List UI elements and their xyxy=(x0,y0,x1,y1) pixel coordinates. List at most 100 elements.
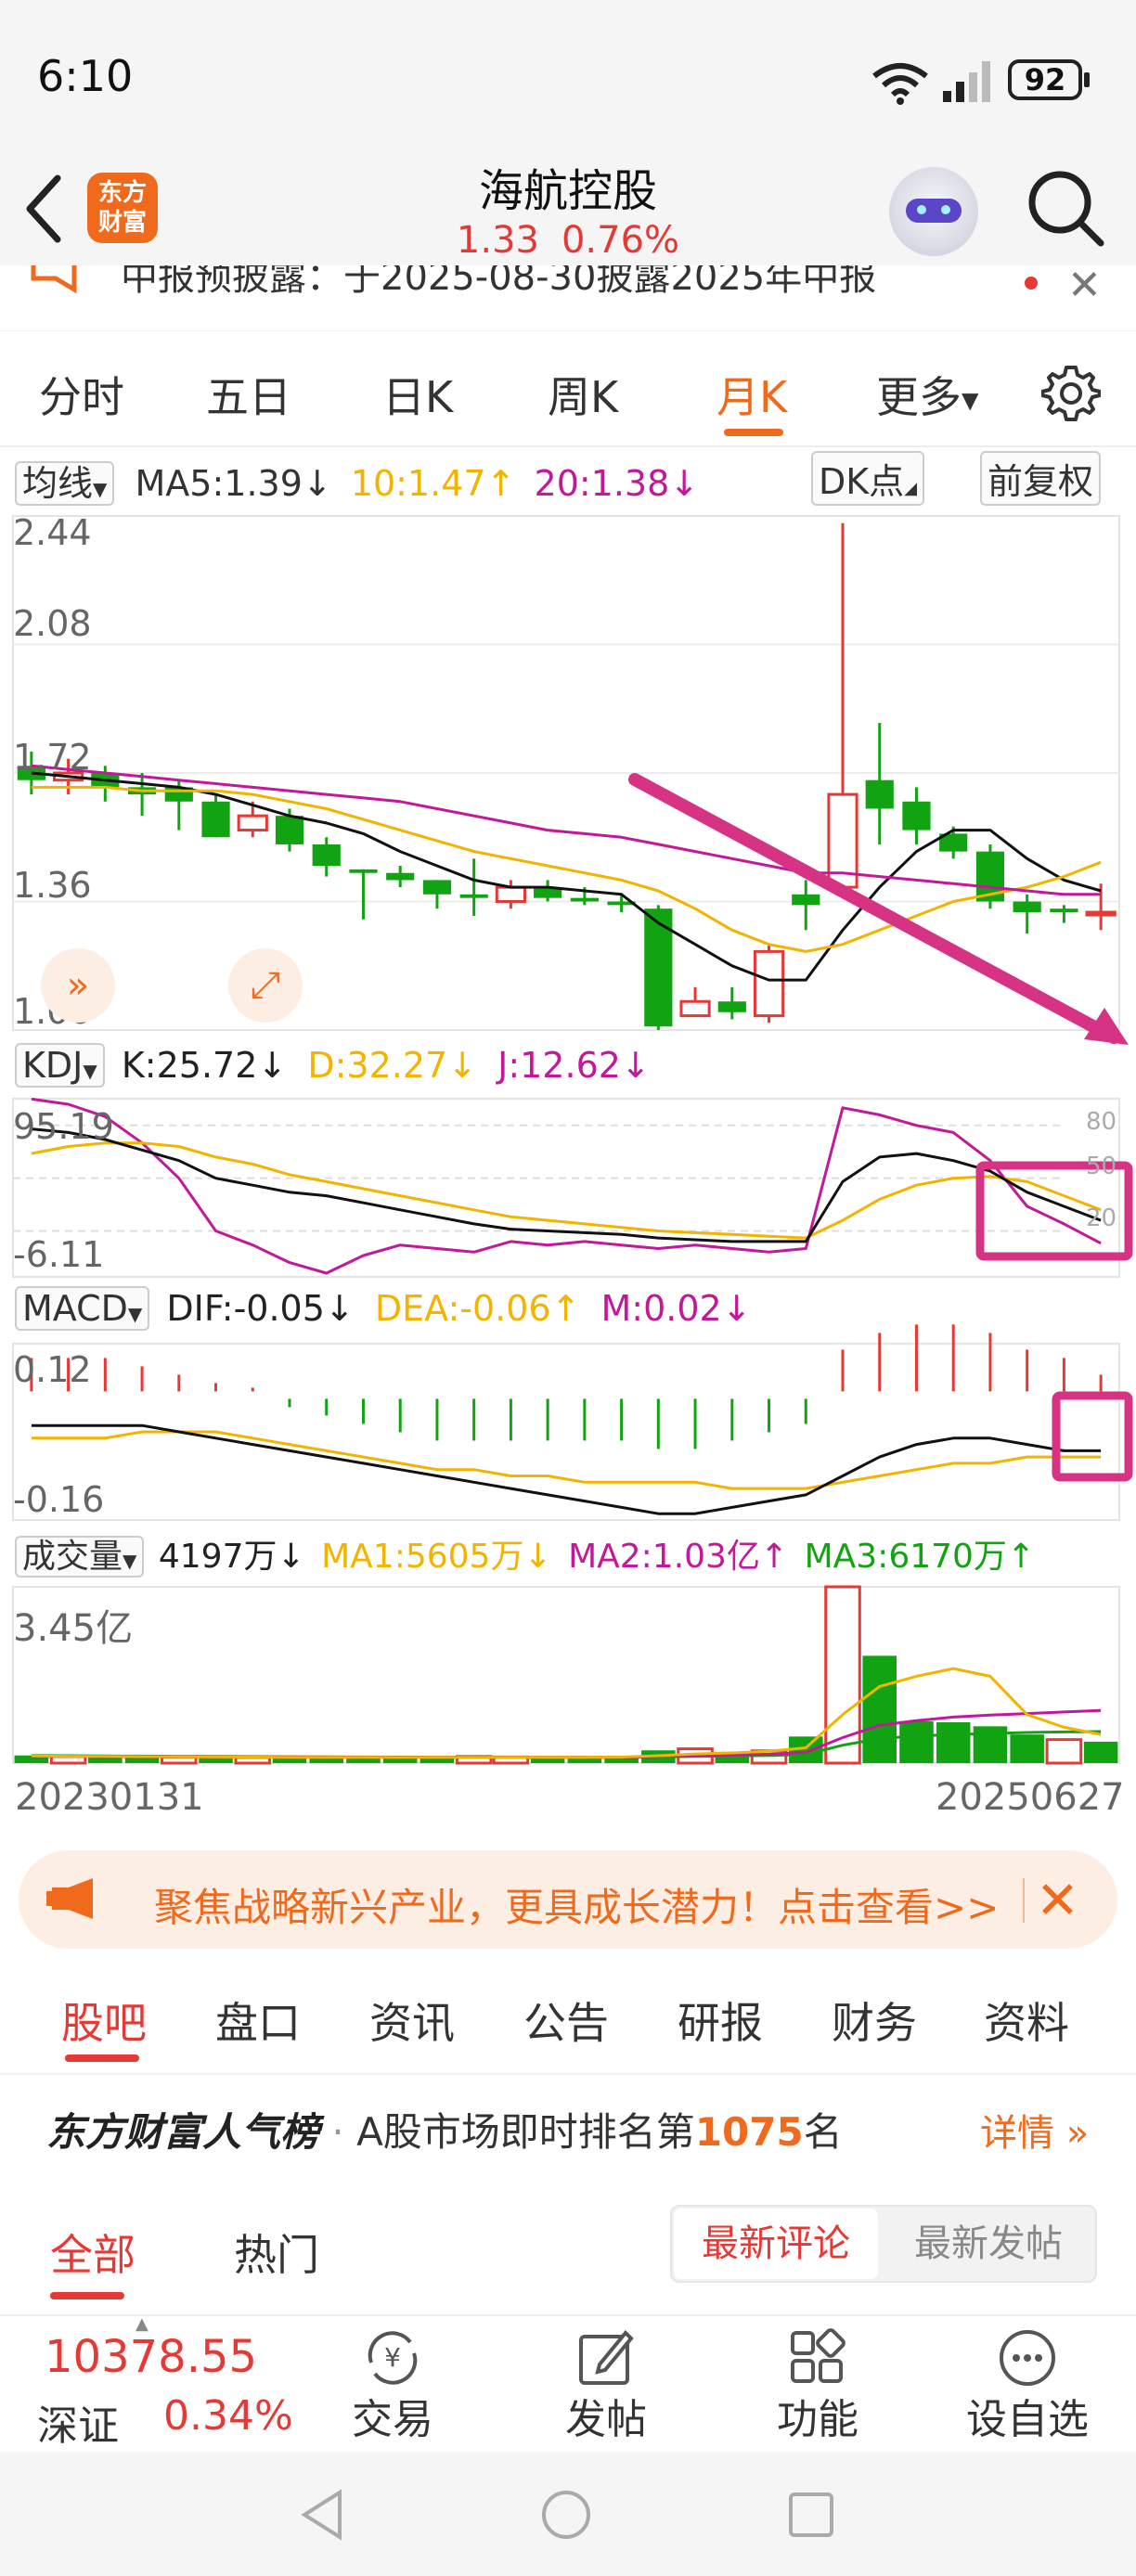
popularity-rank-number: 1075 xyxy=(694,2109,804,2155)
down-arrow-icon: ↓ xyxy=(523,1538,552,1576)
index-value[interactable]: 10378.55 xyxy=(45,2331,257,2383)
system-nav-bar xyxy=(0,2452,1136,2576)
robot-visor xyxy=(906,199,962,223)
tab-five-day[interactable]: 五日 xyxy=(206,364,291,425)
kdj-j-value: J:12.62 xyxy=(497,1045,621,1086)
stock-change-pct: 0.76% xyxy=(561,219,680,262)
yuan-exchange-icon: ¥ xyxy=(368,2331,418,2385)
macd-axis-min: -0.16 xyxy=(13,1479,105,1520)
popularity-rank[interactable]: 东方财富人气榜 · A股市场即时排名第1075名 xyxy=(46,2101,843,2157)
nav-recents-icon[interactable] xyxy=(787,2491,835,2539)
dropdown-arrow-icon: ▼ xyxy=(123,1550,137,1572)
sort-latest-post[interactable]: 最新发帖 xyxy=(891,2209,1086,2279)
active-tab-underline xyxy=(65,2054,139,2062)
svg-text:¥: ¥ xyxy=(384,2342,401,2373)
tab-profile[interactable]: 资料 xyxy=(984,1990,1069,2051)
tab-weekly-k[interactable]: 周K xyxy=(548,364,618,425)
candle-body xyxy=(570,897,599,902)
volume-axis-max: 3.45亿 xyxy=(13,1607,134,1650)
adjust-button[interactable]: 前复权 xyxy=(980,451,1102,506)
volume-ma2: MA2:1.03亿 xyxy=(568,1538,760,1576)
notice-bar[interactable]: 中报预披露：于2025-08-30披露2025年中报 ✕ xyxy=(0,265,1136,331)
app-logo[interactable]: 东方 财富 xyxy=(87,173,158,243)
trade-label: 交易 xyxy=(352,2396,433,2443)
status-bar: 6:10 92 xyxy=(0,0,1136,162)
tab-daily-k[interactable]: 日K xyxy=(382,364,453,425)
dk-point-button[interactable]: DK点◢ xyxy=(811,451,925,506)
price-axis-label: 1.72 xyxy=(13,737,92,778)
tab-announcements[interactable]: 公告 xyxy=(523,1990,609,2051)
annotation-arrow xyxy=(628,773,1120,1044)
dropdown-arrow-icon: ▼ xyxy=(93,478,108,500)
tab-finance[interactable]: 财务 xyxy=(832,1990,917,2051)
ma10-line xyxy=(31,785,1102,953)
macd-selector[interactable]: MACD▼ xyxy=(15,1286,150,1331)
notice-close-icon[interactable]: ✕ xyxy=(1067,265,1102,309)
stock-charts[interactable] xyxy=(0,501,1136,1819)
volume-selector[interactable]: 成交量▼ xyxy=(15,1536,145,1578)
tab-monthly-k[interactable]: 月K xyxy=(716,364,787,425)
popularity-detail-link[interactable]: 详情 » xyxy=(980,2103,1089,2157)
stock-price: 1.33 xyxy=(456,219,539,262)
more-dots-icon xyxy=(1000,2330,1055,2386)
price-axis-label: 2.44 xyxy=(13,512,92,553)
stock-quote: 1.33 0.76% xyxy=(382,219,754,262)
filter-all[interactable]: 全部 xyxy=(50,2222,136,2283)
tab-market-depth[interactable]: 盘口 xyxy=(215,1990,301,2051)
tab-news[interactable]: 资讯 xyxy=(369,1990,455,2051)
index-name: 深证 xyxy=(37,2402,119,2450)
down-arrow-icon: ↓ xyxy=(721,1288,752,1329)
tab-intraday[interactable]: 分时 xyxy=(39,364,124,425)
nav-home-icon[interactable] xyxy=(540,2489,592,2541)
macd-dif-line xyxy=(31,1423,1102,1515)
candle-body xyxy=(459,894,488,898)
post-label: 发帖 xyxy=(565,2396,647,2443)
down-arrow-icon: ↓ xyxy=(447,1045,478,1086)
candle-body xyxy=(1013,901,1041,913)
promo-banner[interactable]: 聚焦战略新兴产业，更具成长潜力！点击查看>> ✕ xyxy=(19,1850,1117,1949)
notice-text: 中报预披露：于2025-08-30披露2025年中报 xyxy=(121,265,877,299)
add-watchlist-button[interactable]: 设自选 xyxy=(958,2325,1097,2446)
volume-value: 4197万 xyxy=(158,1538,278,1576)
active-tab-underline xyxy=(724,429,783,436)
up-arrow-icon: ↑ xyxy=(759,1538,789,1576)
grid-apps-icon xyxy=(791,2328,846,2383)
banner-close-icon[interactable]: ✕ xyxy=(1036,1871,1079,1931)
nav-back-icon[interactable] xyxy=(299,2489,345,2541)
sort-latest-comment[interactable]: 最新评论 xyxy=(674,2209,878,2279)
ai-assistant-avatar[interactable] xyxy=(889,167,978,256)
candle-body xyxy=(495,885,526,903)
fullscreen-icon[interactable]: ⤢ xyxy=(228,948,303,1023)
search-icon[interactable] xyxy=(1021,163,1110,252)
ma-selector[interactable]: 均线▼ xyxy=(15,461,115,506)
tab-research[interactable]: 研报 xyxy=(678,1990,763,2051)
double-chevron-icon: » xyxy=(1054,2112,1090,2155)
macd-legend: MACD▼ DIF:-0.05↓ DEA:-0.06↑ M:0.02↓ xyxy=(15,1286,752,1331)
ma-selector-label: 均线 xyxy=(22,463,94,504)
functions-button[interactable]: 功能 xyxy=(748,2325,887,2446)
date-end: 20250627 xyxy=(936,1776,1125,1819)
divider xyxy=(0,2073,1136,2075)
kdj-axis-min: -6.11 xyxy=(13,1234,105,1275)
macd-axis-max: 0.12 xyxy=(13,1349,92,1390)
banner-divider xyxy=(1023,1878,1025,1923)
tab-more[interactable]: 更多▼ xyxy=(876,364,978,425)
ma10-value: 10:1.47 xyxy=(350,463,486,504)
candle-body xyxy=(312,844,341,867)
tab-guba[interactable]: 股吧 xyxy=(61,1990,147,2051)
up-arrow-icon: ↑ xyxy=(1006,1538,1036,1576)
post-button[interactable]: 发帖 xyxy=(536,2325,676,2446)
kdj-legend: KDJ▼ K:25.72↓ D:32.27↓ J:12.62↓ xyxy=(15,1043,651,1088)
expand-chevron-icon[interactable]: » xyxy=(41,948,115,1023)
volume-bar xyxy=(862,1655,897,1763)
filter-hot[interactable]: 热门 xyxy=(234,2222,319,2283)
kdj-selector[interactable]: KDJ▼ xyxy=(15,1043,105,1088)
back-icon[interactable] xyxy=(17,167,72,251)
kdj-level-label: 20 xyxy=(1086,1204,1117,1232)
trade-button[interactable]: ¥ 交易 xyxy=(323,2325,462,2446)
volume-ma3: MA3:6170万 xyxy=(804,1538,1007,1576)
down-arrow-icon: ↓ xyxy=(669,463,700,504)
gear-icon[interactable] xyxy=(1041,362,1101,421)
add-watchlist-label: 设自选 xyxy=(966,2396,1089,2443)
candle-body xyxy=(792,894,820,906)
